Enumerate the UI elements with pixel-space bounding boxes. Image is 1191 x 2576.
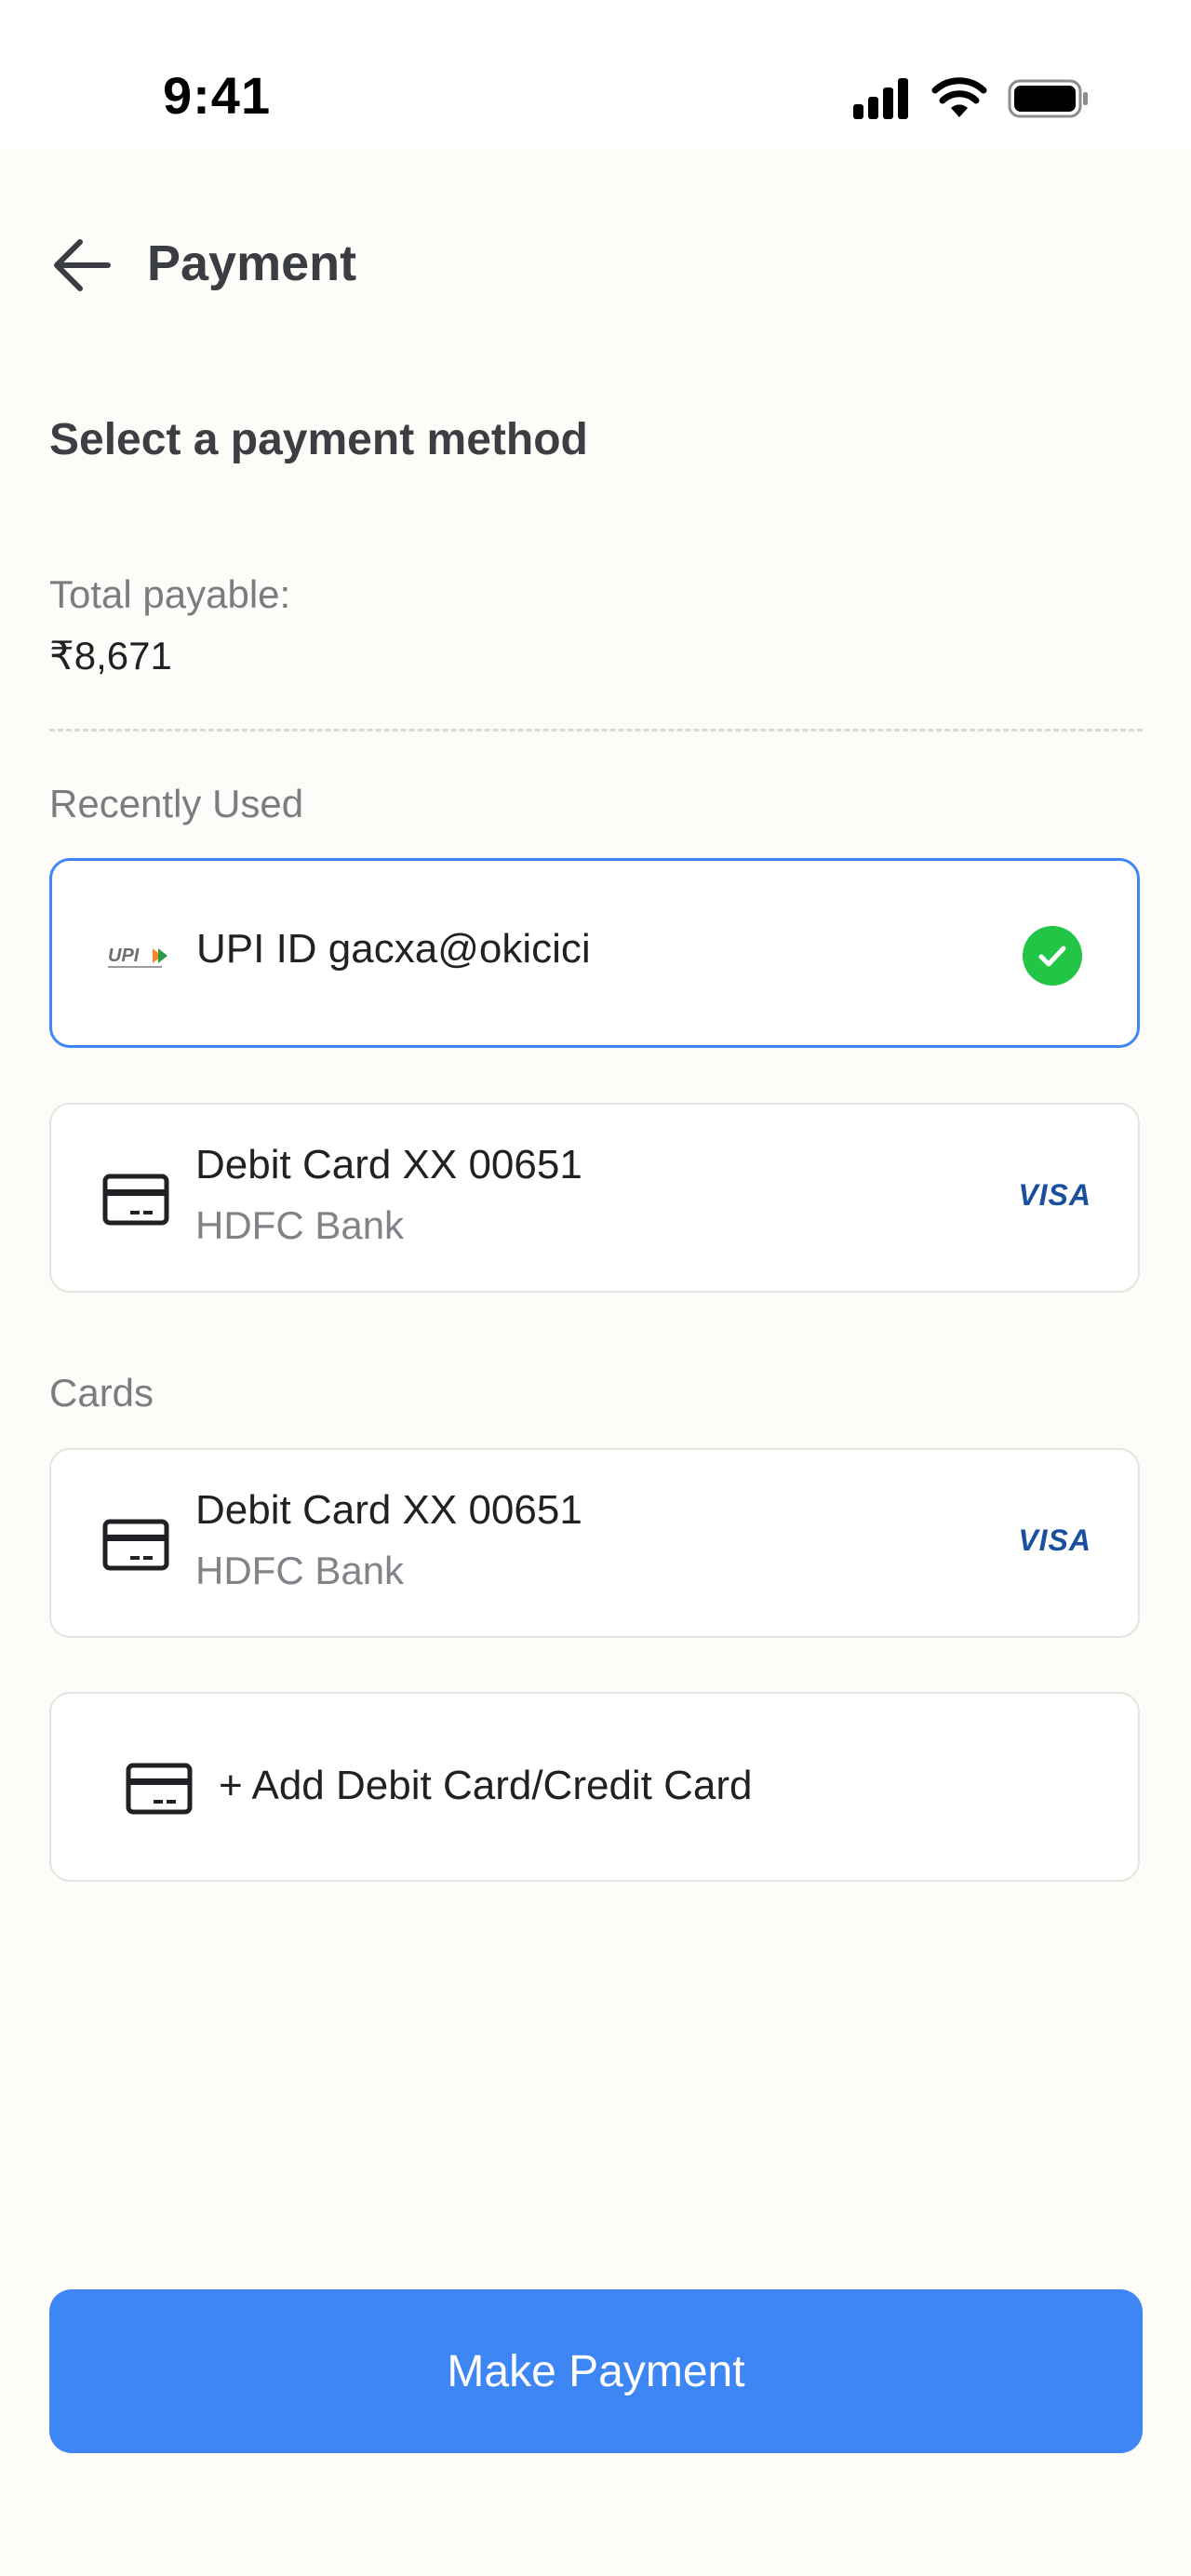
wifi-icon xyxy=(931,77,987,117)
visa-logo: VISA xyxy=(1018,1523,1091,1557)
upi-logo-icon: UPI xyxy=(108,946,167,968)
add-card-label: + Add Debit Card/Credit Card xyxy=(219,1763,753,1808)
card-bank-name: HDFC Bank xyxy=(195,1549,405,1592)
card-title: Debit Card XX 00651 xyxy=(195,1142,582,1187)
recently-used-label: Recently Used xyxy=(49,782,304,825)
payment-option-debit-card[interactable]: Debit Card XX 00651 HDFC Bank VISA xyxy=(49,1448,1140,1638)
total-payable-value: ₹8,671 xyxy=(49,634,172,678)
add-card-button[interactable]: + Add Debit Card/Credit Card xyxy=(49,1692,1140,1882)
arrow-left-icon xyxy=(54,239,111,291)
section-title: Select a payment method xyxy=(49,415,588,464)
credit-card-icon xyxy=(102,1519,169,1571)
back-button[interactable] xyxy=(47,233,121,298)
credit-card-icon xyxy=(126,1763,193,1815)
check-circle-icon xyxy=(1023,926,1082,986)
status-time: 9:41 xyxy=(163,66,272,125)
battery-icon xyxy=(1008,79,1088,118)
page-title: Payment xyxy=(147,235,357,291)
cellular-signal-icon xyxy=(853,78,908,119)
make-payment-button[interactable]: Make Payment xyxy=(49,2289,1143,2453)
header: Payment xyxy=(0,214,1191,316)
upi-id-label: UPI ID gacxa@okicici xyxy=(196,926,591,972)
total-payable-label: Total payable: xyxy=(49,572,291,616)
card-title: Debit Card XX 00651 xyxy=(195,1487,582,1533)
status-bar: 9:41 xyxy=(0,0,1191,149)
visa-logo: VISA xyxy=(1018,1178,1091,1212)
cards-label: Cards xyxy=(49,1371,154,1415)
payment-option-debit-card-recent[interactable]: Debit Card XX 00651 HDFC Bank VISA xyxy=(49,1103,1140,1293)
card-bank-name: HDFC Bank xyxy=(195,1203,405,1247)
upi-logo-text: UPI xyxy=(108,946,140,966)
payment-option-upi[interactable]: UPI UPI ID gacxa@okicici xyxy=(49,858,1140,1048)
dashed-divider xyxy=(49,729,1143,731)
credit-card-icon xyxy=(102,1174,169,1226)
